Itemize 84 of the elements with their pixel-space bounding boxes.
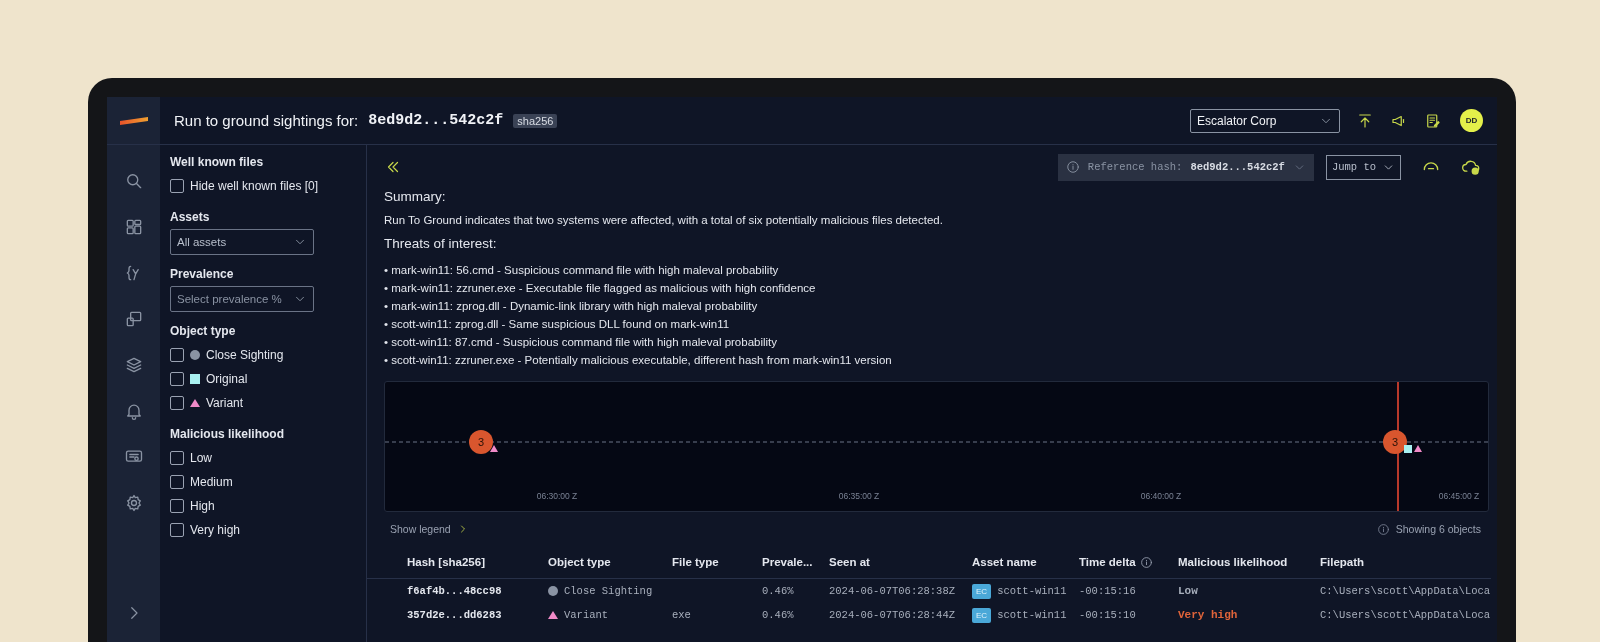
column-header[interactable]: Filepath bbox=[1320, 556, 1365, 568]
summary-text: Run To Ground indicates that two systems were affected, with a total of six potentially malicious files detected. bbox=[384, 214, 944, 226]
organization-select[interactable]: Escalator Corp bbox=[1190, 108, 1340, 133]
axis-tick-label: 06:35:00 Z bbox=[838, 491, 880, 501]
user-avatar[interactable]: DD bbox=[1460, 109, 1483, 132]
asset-name-cell[interactable]: scott-win11 bbox=[997, 609, 1067, 621]
filter-heading: Object type bbox=[170, 324, 237, 338]
column-header[interactable]: Object type bbox=[548, 556, 611, 568]
square-marker[interactable] bbox=[1404, 445, 1412, 453]
hash-value: 8ed9d2...542c2f bbox=[368, 112, 504, 129]
triangle-marker[interactable] bbox=[490, 445, 498, 452]
column-header[interactable]: Seen at bbox=[829, 556, 870, 568]
triangle-marker[interactable] bbox=[1414, 445, 1422, 452]
cluster-badge[interactable]: 3 bbox=[469, 430, 493, 454]
checkbox[interactable] bbox=[170, 348, 184, 362]
checkbox[interactable] bbox=[170, 396, 184, 410]
object-count: Showing 6 objects bbox=[1395, 523, 1481, 535]
info-icon[interactable] bbox=[1065, 160, 1080, 174]
reference-hash-select[interactable]: Reference hash: 8ed9d2...542c2f bbox=[1057, 153, 1314, 181]
select-field[interactable]: All assets bbox=[170, 229, 314, 255]
asset-badge: EC bbox=[972, 583, 992, 599]
column-header[interactable]: Hash [sha256] bbox=[407, 556, 485, 568]
checkbox[interactable] bbox=[170, 451, 184, 465]
select-field[interactable]: Select prevalence % bbox=[170, 286, 314, 312]
logo-icon[interactable] bbox=[119, 115, 148, 126]
object-type-cell: Variant bbox=[564, 609, 609, 621]
threat-item: • scott-win11: zzruner.exe - Potentially malicious executable, different hash from mark-win11 version bbox=[384, 353, 893, 368]
threat-item: • mark-win11: 56.cmd - Suspicious command file with high maleval probability bbox=[384, 263, 780, 278]
filter-heading: Assets bbox=[170, 210, 211, 224]
checkbox-label: Original bbox=[206, 372, 248, 386]
column-header[interactable]: Time delta bbox=[1079, 556, 1136, 568]
hash-cell: 357d2e...dd6283 bbox=[407, 609, 502, 621]
axis-tick-label: 06:40:00 Z bbox=[1140, 491, 1182, 501]
checkbox-label: Close Sighting bbox=[206, 348, 284, 362]
jump-to-select[interactable]: Jump to bbox=[1325, 154, 1401, 180]
object-type-cell: Close Sighting bbox=[564, 585, 653, 597]
seen-at-cell: 2024-06-07T06:28:38Z bbox=[829, 585, 956, 597]
checkbox-label: Hide well known files [0] bbox=[190, 179, 319, 193]
cluster-badge[interactable]: 3 bbox=[1383, 430, 1407, 454]
checkbox[interactable] bbox=[170, 475, 184, 489]
file-type-cell: exe bbox=[672, 609, 691, 621]
hash-type-tag: sha256 bbox=[513, 113, 558, 128]
filepath-cell: C:\Users\scott\AppData\Loca bbox=[1320, 609, 1491, 621]
checkbox-label: Variant bbox=[206, 396, 244, 410]
column-header[interactable]: Malicious likelihood bbox=[1178, 556, 1288, 568]
threat-item: • scott-win11: zprog.dll - Same suspicious DLL found on mark-win11 bbox=[384, 317, 731, 332]
filepath-cell: C:\Users\scott\AppData\Loca bbox=[1320, 585, 1491, 597]
checkbox[interactable] bbox=[170, 372, 184, 386]
checkbox-label: Low bbox=[190, 451, 212, 465]
column-header[interactable]: Prevale... bbox=[762, 556, 813, 568]
page-title: Run to ground sightings for: bbox=[174, 112, 359, 129]
show-legend-link[interactable]: Show legend bbox=[390, 523, 451, 535]
filter-heading: Well known files bbox=[170, 155, 265, 169]
section-heading: Threats of interest: bbox=[384, 236, 498, 251]
asset-name-cell[interactable]: scott-win11 bbox=[997, 585, 1067, 597]
checkbox[interactable] bbox=[170, 499, 184, 513]
prevalence-cell: 0.46% bbox=[762, 609, 794, 621]
section-heading: Summary: bbox=[384, 189, 447, 204]
info-icon[interactable] bbox=[1139, 555, 1153, 569]
column-header[interactable]: File type bbox=[672, 556, 719, 568]
checkbox-label: High bbox=[190, 499, 215, 513]
checkbox-label: Very high bbox=[190, 523, 241, 537]
asset-badge: EC bbox=[972, 607, 992, 623]
hash-cell: f6af4b...48cc98 bbox=[407, 585, 502, 597]
likelihood-cell: Low bbox=[1178, 585, 1198, 597]
threat-item: • mark-win11: zzruner.exe - Executable file flagged as malicious with high confidence bbox=[384, 281, 817, 296]
checkbox[interactable] bbox=[170, 523, 184, 537]
threat-item: • mark-win11: zprog.dll - Dynamic-link library with high maleval probability bbox=[384, 299, 759, 314]
threat-item: • scott-win11: 87.cmd - Suspicious command file with high maleval probability bbox=[384, 335, 779, 350]
time-delta-cell: -00:15:16 bbox=[1079, 585, 1136, 597]
filter-heading: Malicious likelihood bbox=[170, 427, 286, 441]
notes-icon[interactable] bbox=[1424, 111, 1442, 130]
prevalence-cell: 0.46% bbox=[762, 585, 794, 597]
checkbox[interactable] bbox=[170, 179, 184, 193]
axis-tick-label: 06:30:00 Z bbox=[536, 491, 578, 501]
checkbox-label: Medium bbox=[190, 475, 233, 489]
likelihood-cell: Very high bbox=[1178, 609, 1238, 621]
time-delta-cell: -00:15:10 bbox=[1079, 609, 1136, 621]
info-icon[interactable] bbox=[1376, 522, 1390, 536]
seen-at-cell: 2024-06-07T06:28:44Z bbox=[829, 609, 956, 621]
column-header[interactable]: Asset name bbox=[972, 556, 1037, 568]
filter-heading: Prevalence bbox=[170, 267, 235, 281]
upload-icon[interactable] bbox=[1356, 111, 1374, 130]
axis-tick-label: 06:45:00 Z bbox=[1438, 491, 1480, 501]
